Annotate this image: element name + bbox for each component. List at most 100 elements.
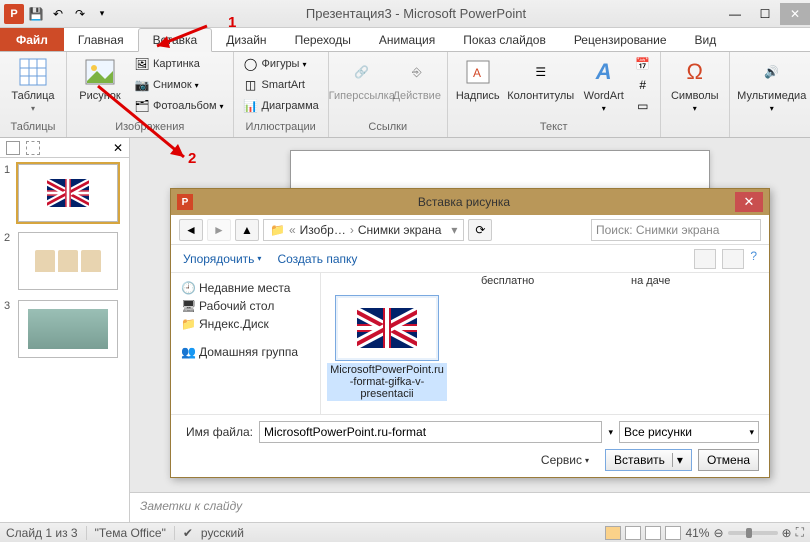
picture-button[interactable]: Рисунок bbox=[73, 54, 127, 102]
outline-tab-icon[interactable] bbox=[26, 141, 40, 155]
thumb-row-1[interactable]: 1 bbox=[4, 164, 125, 222]
app-icon: P bbox=[4, 4, 24, 24]
group-links-label: Ссылки bbox=[335, 121, 441, 135]
insert-split-icon[interactable]: ▾ bbox=[672, 453, 683, 467]
clipart-button[interactable]: 🖼Картинка bbox=[131, 54, 227, 74]
nav-up-button[interactable]: ▲ bbox=[235, 219, 259, 241]
organize-button[interactable]: Упорядочить▾ bbox=[183, 252, 261, 266]
symbols-button[interactable]: Ω Символы ▾ bbox=[667, 54, 723, 113]
hyperlink-button[interactable]: 🔗 Гиперссылка bbox=[335, 54, 389, 102]
sidebar-yadisk[interactable]: 📁Яндекс.Диск bbox=[175, 315, 316, 333]
filetype-select[interactable]: Все рисунки▾ bbox=[619, 421, 759, 443]
spellcheck-icon[interactable]: ✔ bbox=[183, 526, 193, 540]
slide-thumb-1[interactable] bbox=[18, 164, 118, 222]
sidebar-desktop-label: Рабочий стол bbox=[199, 299, 274, 313]
tab-slideshow[interactable]: Показ слайдов bbox=[449, 28, 560, 51]
nav-fwd-button[interactable]: ► bbox=[207, 219, 231, 241]
thumb-row-3[interactable]: 3 bbox=[4, 300, 125, 358]
media-button[interactable]: 🔊 Мультимедиа ▾ bbox=[736, 54, 808, 113]
tab-home[interactable]: Главная bbox=[64, 28, 138, 51]
dialog-app-icon: P bbox=[177, 194, 193, 210]
insert-button[interactable]: Вставить▾ bbox=[605, 449, 692, 471]
album-label: Фотоальбом bbox=[153, 100, 217, 112]
smartart-icon: ◫ bbox=[243, 77, 259, 93]
view-slideshow-icon[interactable] bbox=[665, 526, 681, 540]
save-icon[interactable]: 💾 bbox=[26, 4, 46, 24]
dialog-navbar: ◄ ► ▲ 📁 « Изобр… › Снимки экрана ▾ ⟳ Пои… bbox=[171, 215, 769, 245]
dialog-close-button[interactable]: ✕ bbox=[735, 192, 763, 212]
shapes-button[interactable]: ◯Фигуры▾ bbox=[240, 54, 322, 74]
tab-review[interactable]: Рецензирование bbox=[560, 28, 681, 51]
bc-screenshots[interactable]: Снимки экрана bbox=[358, 223, 442, 237]
slide-thumb-2[interactable] bbox=[18, 232, 118, 290]
tab-animations[interactable]: Анимация bbox=[365, 28, 449, 51]
view-sorter-icon[interactable] bbox=[625, 526, 641, 540]
clipart-label: Картинка bbox=[153, 58, 200, 70]
textbox-button[interactable]: A Надпись bbox=[454, 54, 502, 102]
thumb-num-2: 2 bbox=[4, 232, 14, 290]
tab-design[interactable]: Дизайн bbox=[212, 28, 280, 51]
newfolder-button[interactable]: Создать папку bbox=[277, 252, 357, 266]
text-extra2[interactable]: # bbox=[632, 75, 654, 95]
cancel-button[interactable]: Отмена bbox=[698, 449, 759, 471]
table-button[interactable]: Таблица ▾ bbox=[6, 54, 60, 113]
action-button[interactable]: ⎆ Действие bbox=[393, 54, 441, 102]
album-button[interactable]: 🗂Фотоальбом▾ bbox=[131, 96, 227, 116]
refresh-button[interactable]: ⟳ bbox=[468, 219, 492, 241]
dialog-file-area[interactable]: бесплатно на даче MicrosoftPowerPoint.ru… bbox=[321, 273, 769, 414]
notes-pane[interactable]: Заметки к слайду bbox=[130, 492, 810, 522]
close-button[interactable]: ✕ bbox=[780, 3, 810, 25]
picture-label: Рисунок bbox=[79, 90, 121, 102]
thumb-num-3: 3 bbox=[4, 300, 14, 358]
headerfooter-button[interactable]: ☰ Колонтитулы bbox=[506, 54, 576, 102]
cancel-label: Отмена bbox=[707, 453, 750, 467]
view-mode-button[interactable] bbox=[694, 249, 716, 269]
chevron-down-icon: ▾ bbox=[749, 427, 754, 438]
thumb-row-2[interactable]: 2 bbox=[4, 232, 125, 290]
sidebar-homegroup[interactable]: 👥Домашняя группа bbox=[175, 343, 316, 361]
zoom-out-icon[interactable]: ⊖ bbox=[713, 526, 723, 540]
slides-tab-icon[interactable] bbox=[6, 141, 20, 155]
tab-file[interactable]: Файл bbox=[0, 28, 64, 51]
filename-input[interactable] bbox=[259, 421, 602, 443]
sidebar-desktop[interactable]: 🖥Рабочий стол bbox=[175, 297, 316, 315]
screenshot-button[interactable]: 📷Снимок▾ bbox=[131, 75, 227, 95]
help-icon[interactable]: ? bbox=[750, 249, 757, 269]
file-item[interactable]: MicrosoftPowerPoint.ru-format-gifka-v-pr… bbox=[327, 295, 447, 401]
preview-pane-button[interactable] bbox=[722, 249, 744, 269]
redo-icon[interactable]: ↷ bbox=[70, 4, 90, 24]
ribbon-body: Таблица ▾ Таблицы Рисунок 🖼Картинка 📷Сни… bbox=[0, 52, 810, 138]
chart-button[interactable]: 📊Диаграмма bbox=[240, 96, 322, 116]
object-icon: ▭ bbox=[635, 98, 651, 114]
undo-icon[interactable]: ↶ bbox=[48, 4, 68, 24]
text-extra1[interactable]: 📅 bbox=[632, 54, 654, 74]
search-input[interactable]: Поиск: Снимки экрана bbox=[591, 219, 761, 241]
nav-back-button[interactable]: ◄ bbox=[179, 219, 203, 241]
bc-pictures[interactable]: Изобр… bbox=[300, 223, 346, 237]
qat-more-icon[interactable]: ▾ bbox=[92, 4, 112, 24]
file-thumbnail bbox=[335, 295, 439, 361]
chevron-down-icon[interactable]: ▾ bbox=[451, 223, 457, 237]
zoom-in-icon[interactable]: ⊕ bbox=[782, 526, 792, 540]
dialog-title: Вставка рисунка bbox=[193, 195, 735, 209]
maximize-button[interactable]: ☐ bbox=[750, 3, 780, 25]
fit-icon[interactable]: ⛶ bbox=[796, 525, 804, 540]
group-illustrations-label: Иллюстрации bbox=[240, 121, 322, 135]
view-normal-icon[interactable] bbox=[605, 526, 621, 540]
tab-view[interactable]: Вид bbox=[681, 28, 731, 51]
view-reading-icon[interactable] bbox=[645, 526, 661, 540]
wordart-button[interactable]: A WordArt ▾ bbox=[580, 54, 628, 113]
slide-thumb-3[interactable] bbox=[18, 300, 118, 358]
zoom-slider[interactable] bbox=[728, 531, 778, 535]
sidebar-recent[interactable]: 🕘Недавние места bbox=[175, 279, 316, 297]
panel-close-icon[interactable]: ✕ bbox=[113, 141, 123, 155]
minimize-button[interactable]: — bbox=[720, 3, 750, 25]
smartart-button[interactable]: ◫SmartArt bbox=[240, 75, 322, 95]
tools-button[interactable]: Сервис▾ bbox=[541, 453, 589, 467]
text-extra3[interactable]: ▭ bbox=[632, 96, 654, 116]
status-lang[interactable]: русский bbox=[201, 526, 244, 540]
tab-transitions[interactable]: Переходы bbox=[281, 28, 365, 51]
tab-insert[interactable]: Вставка bbox=[138, 28, 213, 52]
filename-chevron-icon[interactable]: ▾ bbox=[608, 427, 613, 438]
breadcrumb[interactable]: 📁 « Изобр… › Снимки экрана ▾ bbox=[263, 219, 464, 241]
